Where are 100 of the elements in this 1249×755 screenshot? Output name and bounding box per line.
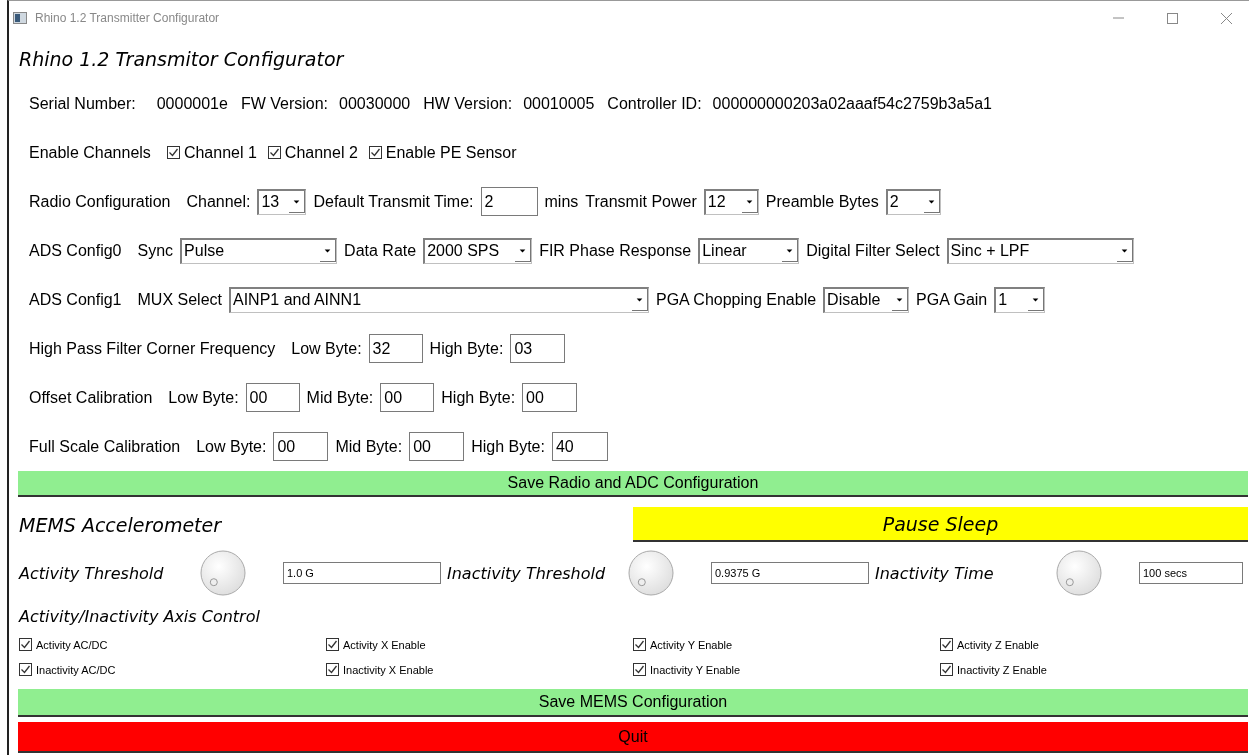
checkbox[interactable]: Activity X Enable xyxy=(326,638,426,651)
caret-icon xyxy=(1116,240,1133,262)
section-title: Activity/Inactivity Axis Control xyxy=(19,605,261,628)
dial-label: Inactivity Time xyxy=(875,563,995,583)
input-field[interactable]: 40 xyxy=(551,432,608,461)
input-field[interactable]: 00 xyxy=(380,383,435,412)
checkbox[interactable]: Activity Z Enable xyxy=(940,638,1039,651)
checkbox[interactable]: Channel 1 xyxy=(166,143,257,162)
check-icon xyxy=(633,663,646,676)
caret-icon xyxy=(782,240,799,262)
info-value: 00010005 xyxy=(523,94,595,113)
save-mems-button[interactable]: Save MEMS Configuration xyxy=(18,689,1248,717)
app-heading: Rhino 1.2 Transmitor Configurator xyxy=(19,47,346,72)
caret-icon xyxy=(289,191,306,213)
info-value: 000000000203a02aaaf54c2759b3a5a1 xyxy=(712,94,992,113)
info-label: Serial Number: xyxy=(29,94,136,113)
maximize-icon[interactable] xyxy=(1166,12,1178,24)
field-label: Low Byte: xyxy=(168,388,239,407)
save-adc-button[interactable]: Save Radio and ADC Configuration xyxy=(18,471,1248,497)
app-icon xyxy=(13,12,27,24)
field-label: PGA Chopping Enable xyxy=(655,290,817,309)
check-icon xyxy=(940,638,953,651)
input-field[interactable]: 00 xyxy=(245,383,300,412)
input-field[interactable]: 1.0 G xyxy=(283,562,441,584)
field-label: Mid Byte: xyxy=(335,437,403,456)
input-field[interactable]: 00 xyxy=(522,383,578,412)
field-label: High Byte: xyxy=(429,339,504,358)
dropdown[interactable]: 2000 SPS xyxy=(423,237,533,264)
input-field[interactable]: 03 xyxy=(510,334,566,363)
checkbox[interactable]: Channel 2 xyxy=(267,143,358,162)
check-icon xyxy=(326,638,339,651)
dropdown[interactable]: Sinc + LPF xyxy=(946,237,1134,264)
quit-button[interactable]: Quit xyxy=(18,722,1248,753)
checkbox[interactable]: Inactivity Z Enable xyxy=(940,663,1047,676)
info-value: 0000001e xyxy=(156,94,228,113)
row-label: Enable Channels xyxy=(29,143,151,162)
info-label: HW Version: xyxy=(423,94,513,113)
field-label: FIR Phase Response xyxy=(539,241,692,260)
field-label: Channel: xyxy=(186,192,251,211)
field-label: Default Transmit Time: xyxy=(313,192,474,211)
field-label: Low Byte: xyxy=(196,437,267,456)
minimize-icon[interactable] xyxy=(1112,17,1124,19)
row-label: Radio Configuration xyxy=(29,192,171,211)
dial[interactable] xyxy=(199,549,247,597)
row-label: Offset Calibration xyxy=(29,388,153,407)
input-field[interactable]: 2 xyxy=(480,187,538,216)
checkbox[interactable]: Activity Y Enable xyxy=(633,638,733,651)
field-label: PGA Gain xyxy=(916,290,988,309)
dropdown[interactable]: 2 xyxy=(885,188,941,215)
row-label: ADS Config0 xyxy=(29,241,122,260)
dropdown[interactable]: Linear xyxy=(698,237,800,264)
dial[interactable] xyxy=(627,549,675,597)
field-label: Transmit Power xyxy=(585,192,697,211)
row-label: ADS Config1 xyxy=(29,290,122,309)
check-icon xyxy=(940,663,953,676)
dropdown[interactable]: AINP1 and AINN1 xyxy=(228,286,649,313)
field-label: Data Rate xyxy=(344,241,417,260)
dial[interactable] xyxy=(1055,549,1103,597)
input-field[interactable]: 00 xyxy=(409,432,465,461)
row-label: Full Scale Calibration xyxy=(29,437,181,456)
checkbox[interactable]: Inactivity X Enable xyxy=(326,663,434,676)
window-title: Rhino 1.2 Transmitter Configurator xyxy=(35,11,221,25)
checkbox[interactable]: Activity AC/DC xyxy=(19,638,108,651)
input-field[interactable]: 00 xyxy=(273,432,329,461)
field-label: Mid Byte: xyxy=(306,388,374,407)
check-icon xyxy=(19,663,32,676)
dropdown[interactable]: Pulse xyxy=(180,237,338,264)
close-icon[interactable] xyxy=(1220,12,1232,24)
dial-label: Inactivity Threshold xyxy=(447,563,607,583)
checkbox[interactable]: Inactivity AC/DC xyxy=(19,663,116,676)
field-label: MUX Select xyxy=(137,290,222,309)
dropdown[interactable]: 1 xyxy=(994,286,1046,313)
checkbox[interactable]: Enable PE Sensor xyxy=(368,143,517,162)
input-field[interactable]: 100 secs xyxy=(1139,562,1243,584)
dropdown[interactable]: 13 xyxy=(257,188,307,215)
check-icon xyxy=(633,638,646,651)
input-field[interactable]: 32 xyxy=(368,334,423,363)
field-label: Digital Filter Select xyxy=(806,241,940,260)
field-label: Preamble Bytes xyxy=(765,192,879,211)
dropdown[interactable]: Disable xyxy=(823,286,910,313)
field-label: Sync xyxy=(137,241,174,260)
check-icon xyxy=(368,146,382,159)
info-label: FW Version: xyxy=(240,94,329,113)
dial-label: Activity Threshold xyxy=(19,563,165,583)
caret-icon xyxy=(1028,289,1045,311)
caret-icon xyxy=(923,191,940,213)
checkbox[interactable]: Inactivity Y Enable xyxy=(633,663,741,676)
dropdown[interactable]: 12 xyxy=(703,188,759,215)
caret-icon xyxy=(320,240,337,262)
section-title: MEMS Accelerometer xyxy=(19,513,223,536)
pause-sleep-button[interactable]: Pause Sleep xyxy=(633,507,1248,542)
caret-icon xyxy=(741,191,758,213)
check-icon xyxy=(19,638,32,651)
input-field[interactable]: 0.9375 G xyxy=(711,562,869,584)
row-label: High Pass Filter Corner Frequency xyxy=(29,339,276,358)
caret-icon xyxy=(631,289,648,311)
caret-icon xyxy=(515,240,532,262)
field-label: mins xyxy=(544,192,579,211)
info-label: Controller ID: xyxy=(607,94,702,113)
info-value: 00030000 xyxy=(339,94,411,113)
